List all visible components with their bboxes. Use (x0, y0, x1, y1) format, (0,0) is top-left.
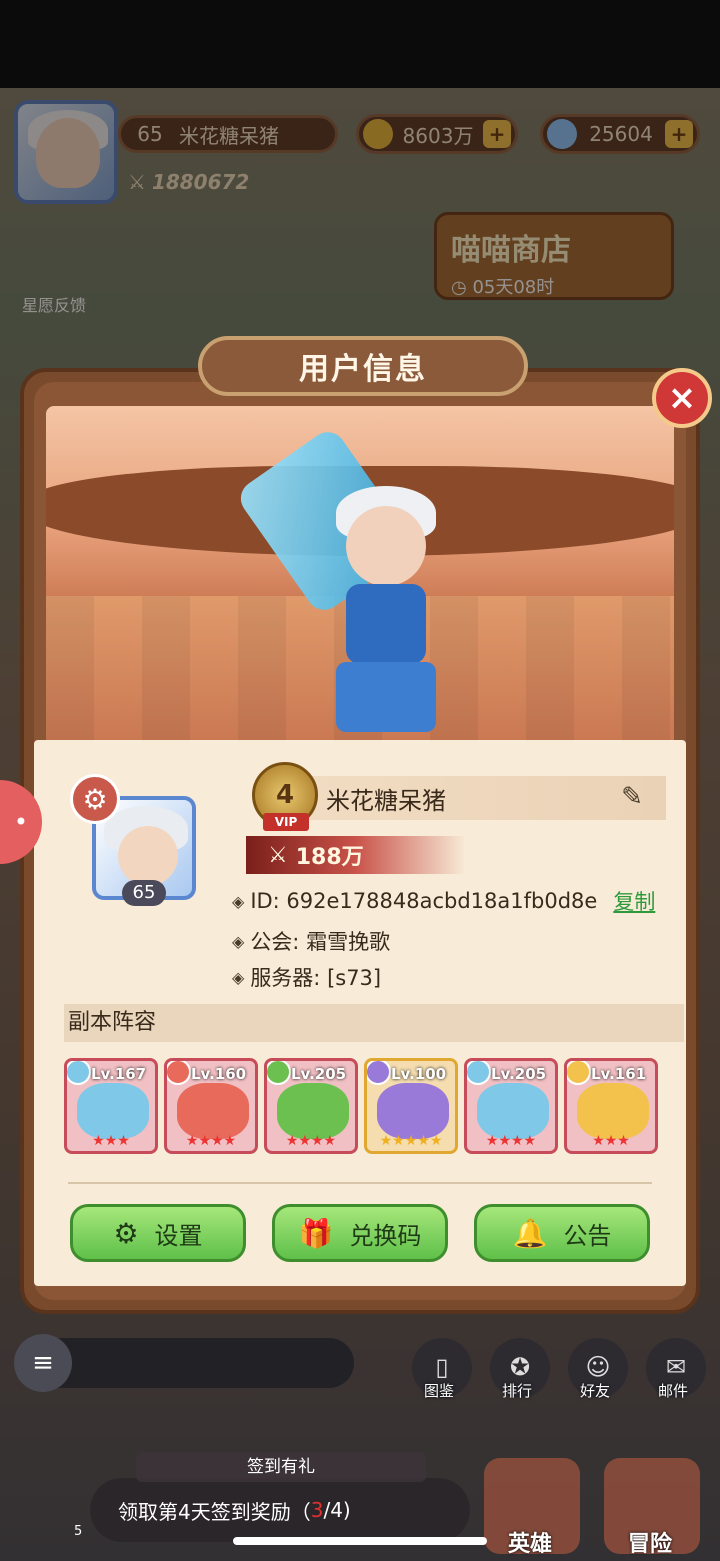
signin-title: 签到有礼 (136, 1452, 426, 1482)
hero-level: Lv.161 (591, 1065, 647, 1083)
signin-badge-count: 5 (74, 1524, 83, 1539)
hero-card[interactable]: Lv.167 ★★★ (64, 1058, 158, 1154)
player-id: ID: 692e178848acbd18a1fb0d8e (250, 889, 598, 913)
avatar-level-badge: 65 (122, 880, 166, 906)
server-row: ◈ 服务器: [s73] (232, 962, 381, 992)
home-indicator (233, 1537, 487, 1545)
vip-tag: VIP (263, 813, 309, 831)
edit-pencil-icon[interactable]: ✎ (616, 782, 648, 814)
hero-card[interactable]: Lv.205 ★★★★ (264, 1058, 358, 1154)
signin-reward-banner[interactable]: 领取第4天签到奖励（ 3 /4) (90, 1478, 470, 1542)
hero-level: Lv.160 (191, 1065, 247, 1083)
hero-portrait (377, 1083, 449, 1139)
element-icon (367, 1061, 391, 1085)
profile-name-bar: 米花糖呆猪 (306, 776, 666, 820)
gear-icon: ⚙ (113, 1216, 139, 1250)
hero-card[interactable]: Lv.160 ★★★★ (164, 1058, 258, 1154)
vip-badge: 4 VIP (252, 762, 318, 831)
signin-text-suffix: /4) (323, 1498, 351, 1522)
chat-icon[interactable]: ≡ (14, 1334, 72, 1392)
hero-lineup: Lv.167 ★★★ Lv.160 ★★★★ Lv.205 ★★★★ Lv.100 ★★★★★… (64, 1058, 664, 1156)
hero-stars: ★★★ (592, 1133, 630, 1149)
hero-portrait (277, 1083, 349, 1139)
hero-level: Lv.205 (291, 1065, 347, 1083)
element-icon (467, 1061, 491, 1085)
bell-icon: 🔔 (512, 1216, 548, 1250)
redeem-code-button[interactable]: 🎁 兑换码 (272, 1204, 448, 1262)
element-icon (167, 1061, 191, 1085)
nav-friends-label: 好友 (580, 1382, 611, 1400)
swords-icon: ⚔ (268, 842, 288, 868)
hero-portrait (77, 1083, 149, 1139)
guild-name: 公会: 霜雪挽歌 (250, 930, 391, 954)
profile-power-value: 188万 (295, 845, 364, 870)
hero-level: Lv.167 (91, 1065, 147, 1083)
hero-stars: ★★★★ (485, 1133, 537, 1149)
chat-bar[interactable]: ≡ (14, 1334, 354, 1392)
id-row: ◈ ID: 692e178848acbd18a1fb0d8e 复制 (232, 886, 655, 916)
notice-label: 公告 (563, 1221, 612, 1250)
hero-stars: ★★★★ (285, 1133, 337, 1149)
guild-row: ◈ 公会: 霜雪挽歌 (232, 926, 390, 956)
hero-level: Lv.100 (391, 1065, 447, 1083)
element-icon (567, 1061, 591, 1085)
element-icon (67, 1061, 91, 1085)
close-button[interactable]: × (652, 368, 712, 428)
gift-icon: 🎁 (298, 1216, 334, 1250)
profile-power: ⚔ 188万 (246, 836, 466, 874)
vip-level: 4 (275, 780, 295, 810)
modal-title: 用户信息 (198, 336, 528, 396)
hero-body (346, 584, 426, 664)
copy-id-link[interactable]: 复制 (613, 886, 655, 916)
gear-icon[interactable]: ⚙ (70, 774, 120, 824)
hero-stars: ★★★ (92, 1133, 130, 1149)
hero-level: Lv.205 (491, 1065, 547, 1083)
profile-name: 米花糖呆猪 (326, 786, 446, 815)
hero-legs (336, 662, 436, 732)
nav-codex-label: 图鉴 (424, 1382, 455, 1400)
hero-portrait (177, 1083, 249, 1139)
adventure-menu-label: 冒险 (628, 1532, 673, 1557)
hero-character (233, 425, 456, 746)
hero-showcase (46, 406, 674, 756)
hero-card[interactable]: Lv.161 ★★★ (564, 1058, 658, 1154)
hero-portrait (577, 1083, 649, 1139)
signin-text-prefix: 领取第4天签到奖励（ (118, 1499, 311, 1524)
divider (68, 1182, 652, 1184)
server-name: 服务器: [s73] (250, 966, 382, 990)
nav-ranking-label: 排行 (502, 1382, 533, 1400)
signin-progress: 3 (310, 1498, 324, 1522)
element-icon (267, 1061, 291, 1085)
diamond-bullet-icon: ◈ (232, 967, 245, 987)
pfp-face (118, 826, 178, 886)
diamond-bullet-icon: ◈ (232, 891, 245, 911)
settings-label: 设置 (154, 1221, 203, 1250)
hero-card[interactable]: Lv.205 ★★★★ (464, 1058, 558, 1154)
hero-card[interactable]: Lv.100 ★★★★★ (364, 1058, 458, 1154)
hero-menu-label: 英雄 (508, 1532, 553, 1557)
redeem-label: 兑换码 (349, 1221, 422, 1250)
hero-portrait (477, 1083, 549, 1139)
notice-button[interactable]: 🔔 公告 (474, 1204, 650, 1262)
hero-stars: ★★★★ (185, 1133, 237, 1149)
status-bar (0, 0, 720, 88)
hero-stars: ★★★★★ (379, 1133, 443, 1149)
diamond-bullet-icon: ◈ (232, 931, 245, 951)
nav-mail-label: 邮件 (658, 1382, 689, 1400)
lineup-section-title: 副本阵容 (64, 1004, 684, 1042)
hero-head (346, 506, 426, 586)
settings-button[interactable]: ⚙ 设置 (70, 1204, 246, 1262)
